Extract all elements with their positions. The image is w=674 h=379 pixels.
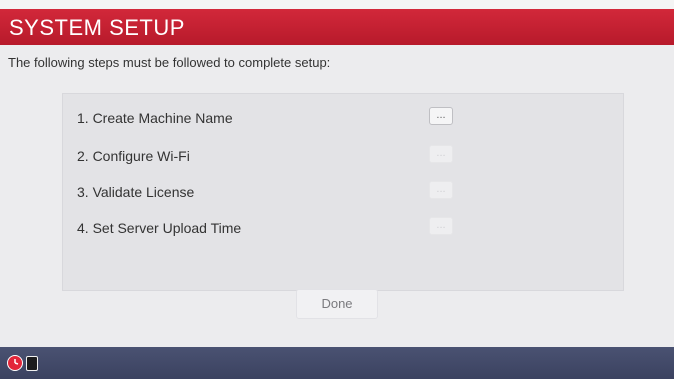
create-machine-name-button[interactable]: ... bbox=[429, 107, 453, 125]
step-label: 3. Validate License bbox=[77, 184, 195, 200]
device-icon[interactable] bbox=[26, 356, 38, 371]
page-title: SYSTEM SETUP bbox=[9, 15, 185, 40]
taskbar bbox=[0, 347, 674, 379]
step-label: 1. Create Machine Name bbox=[77, 110, 233, 126]
step-label: 4. Set Server Upload Time bbox=[77, 220, 242, 236]
setup-content: The following steps must be followed to … bbox=[0, 45, 674, 347]
step-row-license: 3. Validate License ... bbox=[77, 180, 607, 204]
step-row-machine-name: 1. Create Machine Name ... bbox=[77, 106, 607, 130]
clock-icon[interactable] bbox=[7, 355, 23, 371]
set-upload-time-button[interactable]: ... bbox=[429, 217, 453, 235]
done-button[interactable]: Done bbox=[296, 289, 378, 319]
title-bar: SYSTEM SETUP bbox=[0, 9, 674, 45]
step-row-wifi: 2. Configure Wi-Fi ... bbox=[77, 144, 607, 168]
configure-wifi-button[interactable]: ... bbox=[429, 145, 453, 163]
intro-text: The following steps must be followed to … bbox=[8, 55, 331, 70]
step-row-upload-time: 4. Set Server Upload Time ... bbox=[77, 216, 607, 240]
validate-license-button[interactable]: ... bbox=[429, 181, 453, 199]
top-strip bbox=[0, 0, 674, 9]
step-label: 2. Configure Wi-Fi bbox=[77, 148, 190, 164]
steps-panel: 1. Create Machine Name ... 2. Configure … bbox=[62, 93, 624, 291]
